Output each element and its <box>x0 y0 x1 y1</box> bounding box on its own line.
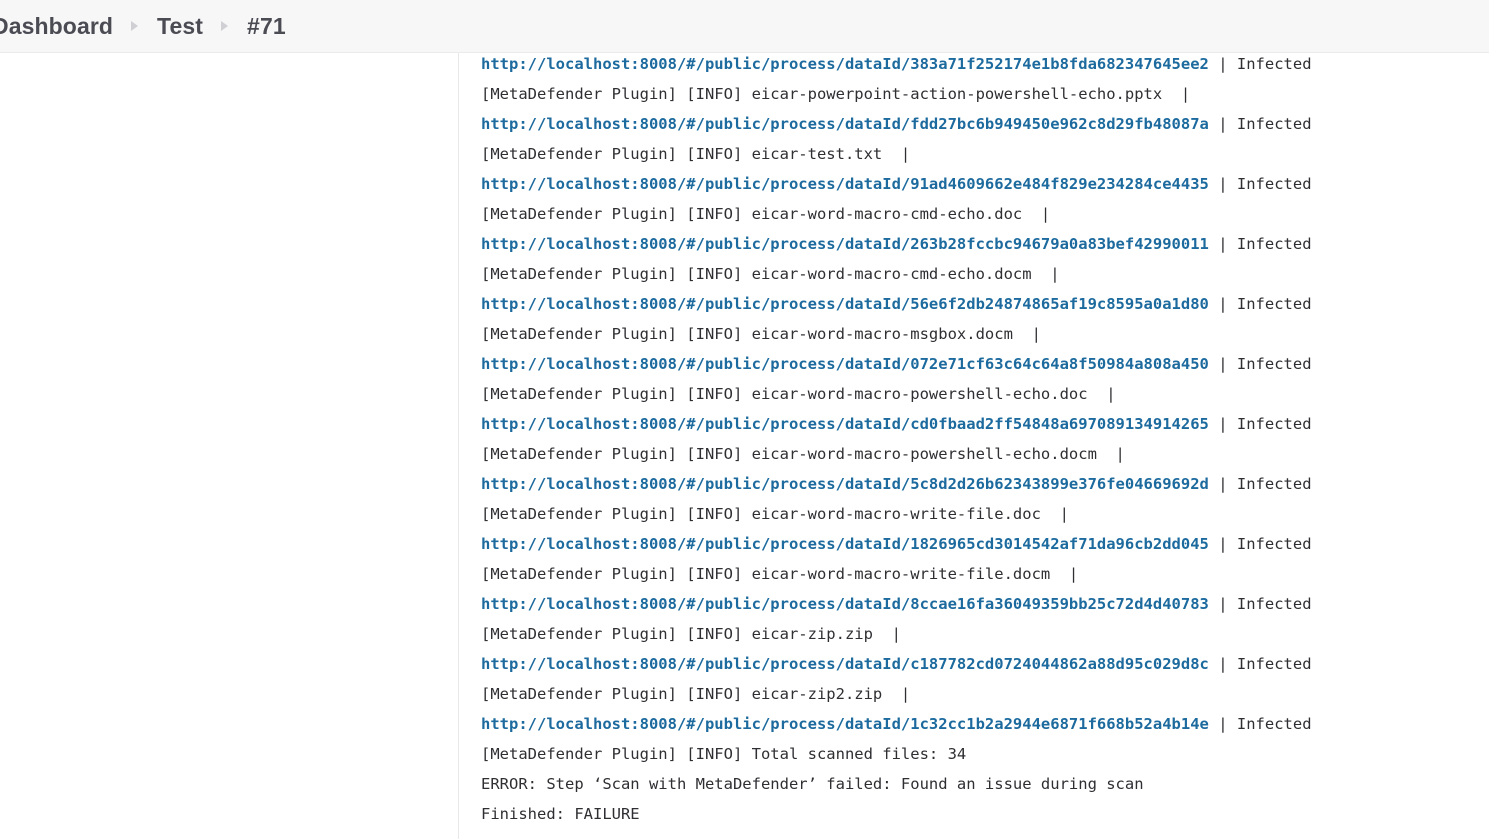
console-line: http://localhost:8008/#/public/process/d… <box>481 529 1489 559</box>
plugin-log-text: [MetaDefender Plugin] [INFO] eicar-word-… <box>481 385 1116 403</box>
console-output-page: Dashboard Test #71 http://localhost:8008/#… <box>0 0 1489 839</box>
breadcrumb-item-test[interactable]: Test <box>153 14 207 38</box>
breadcrumb-item-71: #71 <box>247 12 286 39</box>
scan-result-link[interactable]: http://localhost:8008/#/public/process/d… <box>481 595 1209 613</box>
scan-status-text: | Infected <box>1208 55 1312 73</box>
scan-result-link[interactable]: http://localhost:8008/#/public/process/d… <box>481 715 1209 733</box>
console-line: [MetaDefender Plugin] [INFO] eicar-word-… <box>481 379 1489 409</box>
scan-result-link[interactable]: http://localhost:8008/#/public/process/d… <box>481 415 1209 433</box>
plugin-log-text: [MetaDefender Plugin] [INFO] eicar-word-… <box>481 565 1079 583</box>
scan-result-link[interactable]: http://localhost:8008/#/public/process/d… <box>481 175 1209 193</box>
console-line: http://localhost:8008/#/public/process/d… <box>481 709 1489 739</box>
console-line: http://localhost:8008/#/public/process/d… <box>481 469 1489 499</box>
scan-result-link[interactable]: http://localhost:8008/#/public/process/d… <box>481 55 1209 73</box>
console-line: http://localhost:8008/#/public/process/d… <box>481 109 1489 139</box>
header-bar: Dashboard Test #71 <box>0 0 1489 53</box>
console-line: [MetaDefender Plugin] [INFO] eicar-word-… <box>481 439 1489 469</box>
chevron-right-icon <box>207 20 243 32</box>
plugin-log-text: [MetaDefender Plugin] [INFO] eicar-word-… <box>481 505 1069 523</box>
scan-result-link[interactable]: http://localhost:8008/#/public/process/d… <box>481 235 1209 253</box>
console-line: [MetaDefender Plugin] [INFO] eicar-word-… <box>481 319 1489 349</box>
console-pane[interactable]: http://localhost:8008/#/public/process/d… <box>459 53 1489 839</box>
console-line: http://localhost:8008/#/public/process/d… <box>481 229 1489 259</box>
console-line: Finished: FAILURE <box>481 799 1489 829</box>
scan-status-text: | Infected <box>1208 535 1312 553</box>
plugin-log-text: [MetaDefender Plugin] [INFO] eicar-power… <box>481 85 1191 103</box>
console-line: http://localhost:8008/#/public/process/d… <box>481 53 1489 79</box>
plugin-log-text: [MetaDefender Plugin] [INFO] eicar-zip.z… <box>481 625 901 643</box>
scan-result-link[interactable]: http://localhost:8008/#/public/process/d… <box>481 655 1209 673</box>
build-result-text: Finished: FAILURE <box>481 805 640 823</box>
console-line: [MetaDefender Plugin] [INFO] eicar-word-… <box>481 259 1489 289</box>
scan-status-text: | Infected <box>1208 175 1312 193</box>
console-line: http://localhost:8008/#/public/process/d… <box>481 589 1489 619</box>
scan-result-link[interactable]: http://localhost:8008/#/public/process/d… <box>481 475 1209 493</box>
console-line: [MetaDefender Plugin] [INFO] eicar-power… <box>481 79 1489 109</box>
scan-status-text: | Infected <box>1208 655 1312 673</box>
side-panel-rail <box>0 53 458 839</box>
scan-result-link[interactable]: http://localhost:8008/#/public/process/d… <box>481 295 1209 313</box>
console-line: [MetaDefender Plugin] [INFO] eicar-word-… <box>481 559 1489 589</box>
scan-result-link[interactable]: http://localhost:8008/#/public/process/d… <box>481 355 1209 373</box>
console-line: http://localhost:8008/#/public/process/d… <box>481 649 1489 679</box>
plugin-log-text: [MetaDefender Plugin] [INFO] eicar-word-… <box>481 265 1060 283</box>
console-line: http://localhost:8008/#/public/process/d… <box>481 349 1489 379</box>
plugin-log-text: [MetaDefender Plugin] [INFO] eicar-zip2.… <box>481 685 911 703</box>
console-line: [MetaDefender Plugin] [INFO] eicar-test.… <box>481 139 1489 169</box>
plugin-log-text: [MetaDefender Plugin] [INFO] eicar-word-… <box>481 205 1051 223</box>
chevron-right-icon <box>117 20 153 32</box>
console-line: http://localhost:8008/#/public/process/d… <box>481 169 1489 199</box>
scan-status-text: | Infected <box>1208 295 1312 313</box>
breadcrumb: Dashboard Test #71 <box>0 12 290 39</box>
console-line: [MetaDefender Plugin] [INFO] eicar-zip2.… <box>481 679 1489 709</box>
scan-result-link[interactable]: http://localhost:8008/#/public/process/d… <box>481 115 1209 133</box>
console-line: http://localhost:8008/#/public/process/d… <box>481 289 1489 319</box>
console-line: [MetaDefender Plugin] [INFO] eicar-word-… <box>481 199 1489 229</box>
scan-status-text: | Infected <box>1208 115 1312 133</box>
console-output-text: http://localhost:8008/#/public/process/d… <box>459 53 1489 829</box>
plugin-log-text: [MetaDefender Plugin] [INFO] eicar-test.… <box>481 145 911 163</box>
scan-status-text: | Infected <box>1208 595 1312 613</box>
breadcrumb-item-dashboard[interactable]: Dashboard <box>0 14 117 38</box>
scan-status-text: | Infected <box>1208 355 1312 373</box>
scan-status-text: | Infected <box>1208 235 1312 253</box>
scan-status-text: | Infected <box>1208 715 1312 733</box>
console-line: ERROR: Step ‘Scan with MetaDefender’ fai… <box>481 769 1489 799</box>
error-log-text: ERROR: Step ‘Scan with MetaDefender’ fai… <box>481 775 1144 793</box>
scan-status-text: | Infected <box>1208 475 1312 493</box>
console-line: [MetaDefender Plugin] [INFO] Total scann… <box>481 739 1489 769</box>
console-line: [MetaDefender Plugin] [INFO] eicar-word-… <box>481 499 1489 529</box>
plugin-log-text: [MetaDefender Plugin] [INFO] eicar-word-… <box>481 445 1125 463</box>
console-line: http://localhost:8008/#/public/process/d… <box>481 409 1489 439</box>
console-line: [MetaDefender Plugin] [INFO] eicar-zip.z… <box>481 619 1489 649</box>
plugin-log-text: [MetaDefender Plugin] [INFO] eicar-word-… <box>481 325 1041 343</box>
scan-status-text: | Infected <box>1208 415 1312 433</box>
scan-result-link[interactable]: http://localhost:8008/#/public/process/d… <box>481 535 1209 553</box>
plugin-log-text: [MetaDefender Plugin] [INFO] Total scann… <box>481 745 967 763</box>
